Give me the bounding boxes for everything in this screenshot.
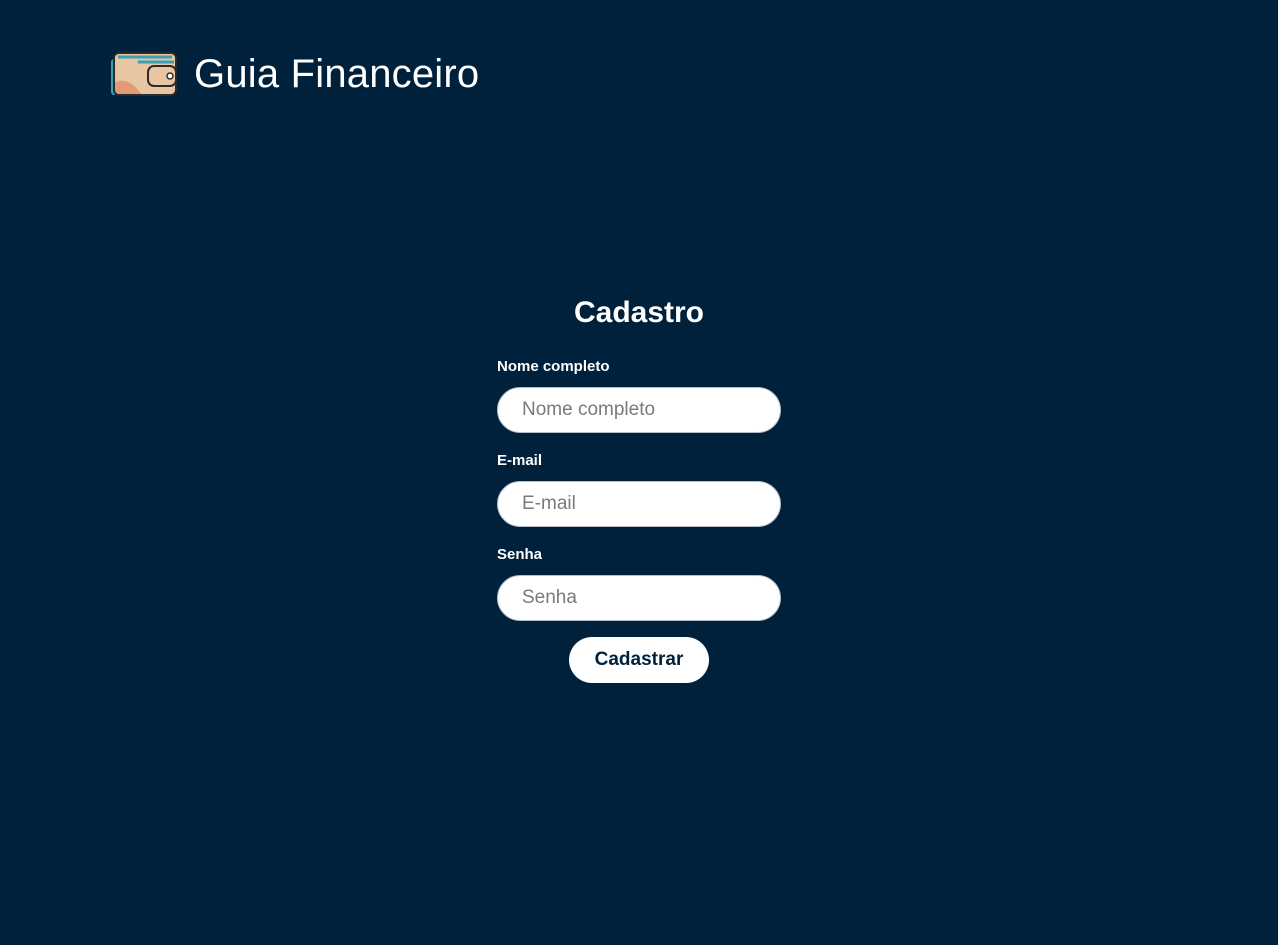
app-title: Guia Financeiro <box>194 52 480 96</box>
full-name-input[interactable] <box>497 387 781 433</box>
wallet-icon <box>111 52 177 96</box>
full-name-field-group: Nome completo <box>497 358 781 433</box>
password-field-group: Senha <box>497 546 781 621</box>
submit-row: Cadastrar <box>497 637 781 683</box>
full-name-label: Nome completo <box>497 358 610 375</box>
form-title: Cadastro <box>573 296 705 329</box>
email-field-group: E-mail <box>497 452 781 527</box>
email-label: E-mail <box>497 452 543 469</box>
signup-form: Cadastro Nome completo E-mail Senha Cada… <box>497 296 781 683</box>
password-input[interactable] <box>497 575 781 621</box>
password-label: Senha <box>497 546 543 563</box>
email-input[interactable] <box>497 481 781 527</box>
signup-button[interactable]: Cadastrar <box>569 637 709 683</box>
app-header: Guia Financeiro <box>108 48 479 100</box>
